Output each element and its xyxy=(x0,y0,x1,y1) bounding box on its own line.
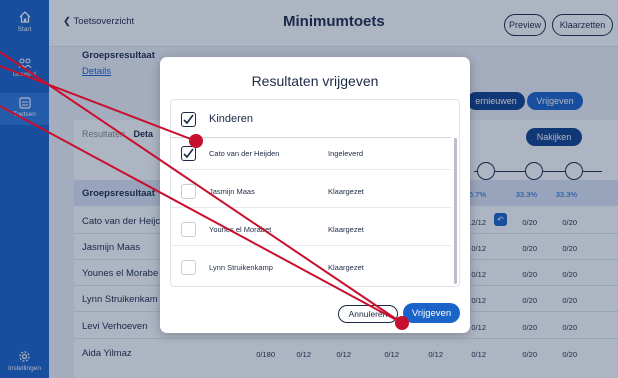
child-status: Ingeleverd xyxy=(328,149,364,158)
child-row[interactable]: Younes el Morabet Klaargezet xyxy=(171,214,451,246)
select-all-row[interactable]: Kinderen xyxy=(171,100,451,138)
dialog-title: Resultaten vrijgeven xyxy=(251,73,379,89)
child-row[interactable]: Cato van der Heijden Ingeleverd xyxy=(171,138,451,170)
child-row[interactable]: Jasmijn Maas Klaargezet xyxy=(171,176,451,208)
child-row[interactable]: Lynn Struikenkamp Klaargezet xyxy=(171,252,451,284)
child-checkbox[interactable] xyxy=(181,146,196,161)
cancel-button[interactable]: Annuleren xyxy=(338,305,398,323)
child-name: Jasmijn Maas xyxy=(209,187,255,196)
child-name: Cato van der Heijden xyxy=(209,149,280,158)
child-name: Lynn Struikenkamp xyxy=(209,263,273,272)
child-status: Klaargezet xyxy=(328,225,364,234)
children-list: Kinderen Cato van der Heijden Ingeleverd… xyxy=(170,99,460,287)
child-checkbox[interactable] xyxy=(181,222,196,237)
child-status: Klaargezet xyxy=(328,187,364,196)
child-checkbox[interactable] xyxy=(181,260,196,275)
release-results-dialog: Resultaten vrijgeven Kinderen Cato van d… xyxy=(160,57,470,333)
child-checkbox[interactable] xyxy=(181,184,196,199)
check-icon xyxy=(183,114,194,125)
list-scrollbar[interactable] xyxy=(454,138,457,284)
child-status: Klaargezet xyxy=(328,263,364,272)
select-all-checkbox[interactable] xyxy=(181,112,196,127)
check-icon xyxy=(183,148,194,159)
release-button[interactable]: Vrijgeven xyxy=(403,303,460,323)
child-name: Younes el Morabet xyxy=(209,225,272,234)
select-all-label: Kinderen xyxy=(209,113,254,125)
